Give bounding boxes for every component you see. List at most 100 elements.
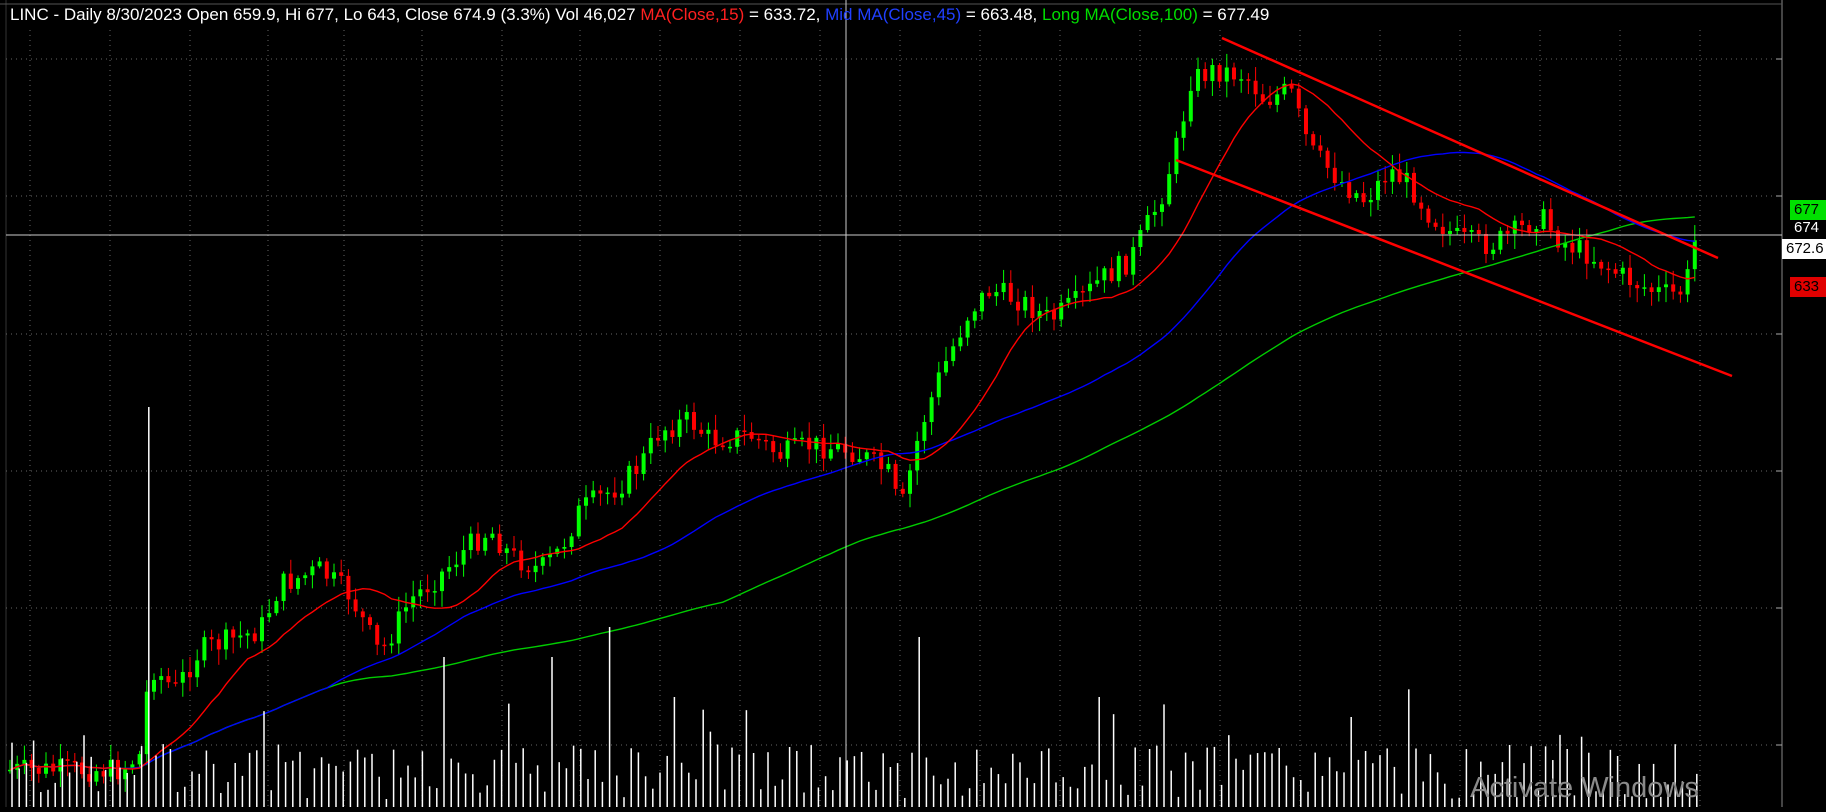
candle-body-169	[1224, 67, 1229, 82]
candle-body-219	[1584, 240, 1589, 264]
candle-body-104	[756, 438, 761, 441]
price-chart[interactable]	[0, 0, 1826, 807]
candle-body-220	[1592, 261, 1596, 264]
candle-body-73	[533, 565, 538, 573]
candle-body-171	[1239, 79, 1244, 81]
candle-body-202	[1462, 227, 1467, 232]
candle-body-181	[1311, 134, 1316, 146]
candle-body-126	[915, 440, 920, 471]
candle-body-187	[1354, 193, 1359, 198]
candle-body-43	[317, 561, 322, 567]
candle-body-56	[411, 596, 416, 608]
candle-body-26	[195, 660, 200, 678]
candle-body-213	[1541, 209, 1546, 230]
candle-body-133	[965, 320, 970, 338]
candle-body-222	[1606, 268, 1611, 271]
candle-body-97	[706, 429, 711, 434]
candle-body-54	[396, 611, 401, 644]
candle-body-81	[591, 490, 596, 498]
candle-body-214	[1548, 209, 1553, 231]
candle-body-55	[404, 607, 408, 612]
candle-body-90	[656, 437, 660, 441]
candle-body-119	[864, 452, 869, 460]
ma45-label: Mid MA(Close,45)	[825, 5, 962, 24]
candle-body-223	[1613, 269, 1618, 274]
candle-body-78	[569, 536, 574, 547]
candle-body-179	[1296, 88, 1301, 109]
candle-body-176	[1275, 94, 1280, 105]
candle-body-217	[1570, 242, 1575, 253]
candle-body-127	[922, 422, 927, 441]
candle-body-130	[944, 361, 948, 373]
candle-body-168	[1217, 65, 1222, 82]
candle-body-231	[1671, 284, 1676, 292]
candle-body-95	[692, 412, 696, 430]
candle-body-166	[1203, 69, 1208, 82]
candle-body-57	[418, 589, 423, 597]
candle-body-88	[641, 453, 646, 474]
candle-body-117	[850, 452, 855, 462]
candle-body-135	[980, 292, 984, 312]
candle-body-42	[310, 566, 315, 576]
candle-body-152	[1102, 268, 1107, 281]
candle-body-158	[1145, 215, 1150, 231]
candle-body-189	[1368, 199, 1373, 203]
candle-body-195	[1412, 172, 1416, 203]
candle-body-66	[483, 537, 488, 551]
price-tag-crosshair: 672.6	[1782, 239, 1826, 259]
candle-body-82	[598, 490, 603, 494]
candle-body-85	[620, 493, 624, 498]
candle-body-128	[929, 397, 934, 423]
candle-body-197	[1426, 208, 1431, 223]
candle-body-48	[353, 599, 358, 612]
candle-body-106	[771, 441, 776, 453]
chart-area[interactable]: LINC - Daily 8/30/2023 Open 659.9, Hi 67…	[0, 0, 1826, 807]
candle-body-201	[1455, 227, 1460, 231]
candle-body-99	[720, 445, 725, 448]
candle-body-34	[252, 633, 257, 642]
candle-body-203	[1469, 230, 1474, 232]
candle-body-58	[425, 589, 430, 593]
candle-body-129	[936, 372, 941, 398]
candle-body-141	[1023, 296, 1028, 311]
candle-body-31	[231, 629, 236, 638]
candle-body-5	[44, 763, 48, 774]
candle-body-198	[1433, 222, 1438, 227]
candle-body-150	[1088, 283, 1092, 292]
candle-body-44	[324, 561, 329, 579]
candle-body-120	[872, 452, 876, 454]
candle-body-142	[1030, 296, 1035, 319]
candle-body-155	[1124, 255, 1128, 275]
activate-windows-watermark: Activate Windows	[1470, 772, 1699, 804]
candle-body-167	[1210, 65, 1215, 82]
candle-body-234	[1692, 240, 1697, 270]
candle-body-218	[1577, 240, 1582, 253]
candle-body-146	[1059, 302, 1064, 320]
candle-body-98	[713, 429, 718, 446]
candle-body-114	[828, 449, 833, 459]
candle-body-70	[512, 548, 516, 551]
candle-body-28	[209, 637, 214, 640]
candle-body-35	[260, 617, 264, 642]
candle-body-40	[296, 578, 300, 589]
candle-body-64	[468, 533, 473, 551]
candle-body-134	[972, 311, 977, 321]
candle-body-51	[375, 624, 380, 645]
candle-body-144	[1044, 309, 1049, 312]
candle-body-154	[1116, 255, 1121, 282]
ma100-value: = 677.49	[1197, 5, 1270, 24]
candle-body-192	[1390, 169, 1395, 182]
ma15-label: MA(Close,15)	[640, 5, 745, 24]
candle-body-77	[562, 546, 567, 549]
candle-body-80	[584, 497, 588, 506]
candle-body-229	[1656, 287, 1661, 292]
candle-body-156	[1131, 247, 1136, 275]
ma100-label: Long MA(Close,100)	[1041, 5, 1198, 24]
candle-body-148	[1073, 291, 1078, 298]
candle-body-69	[504, 548, 509, 554]
candle-body-22	[166, 676, 171, 683]
candle-body-47	[346, 575, 351, 600]
candle-body-102	[742, 430, 747, 433]
candle-body-93	[677, 419, 682, 437]
candle-body-136	[987, 292, 992, 297]
